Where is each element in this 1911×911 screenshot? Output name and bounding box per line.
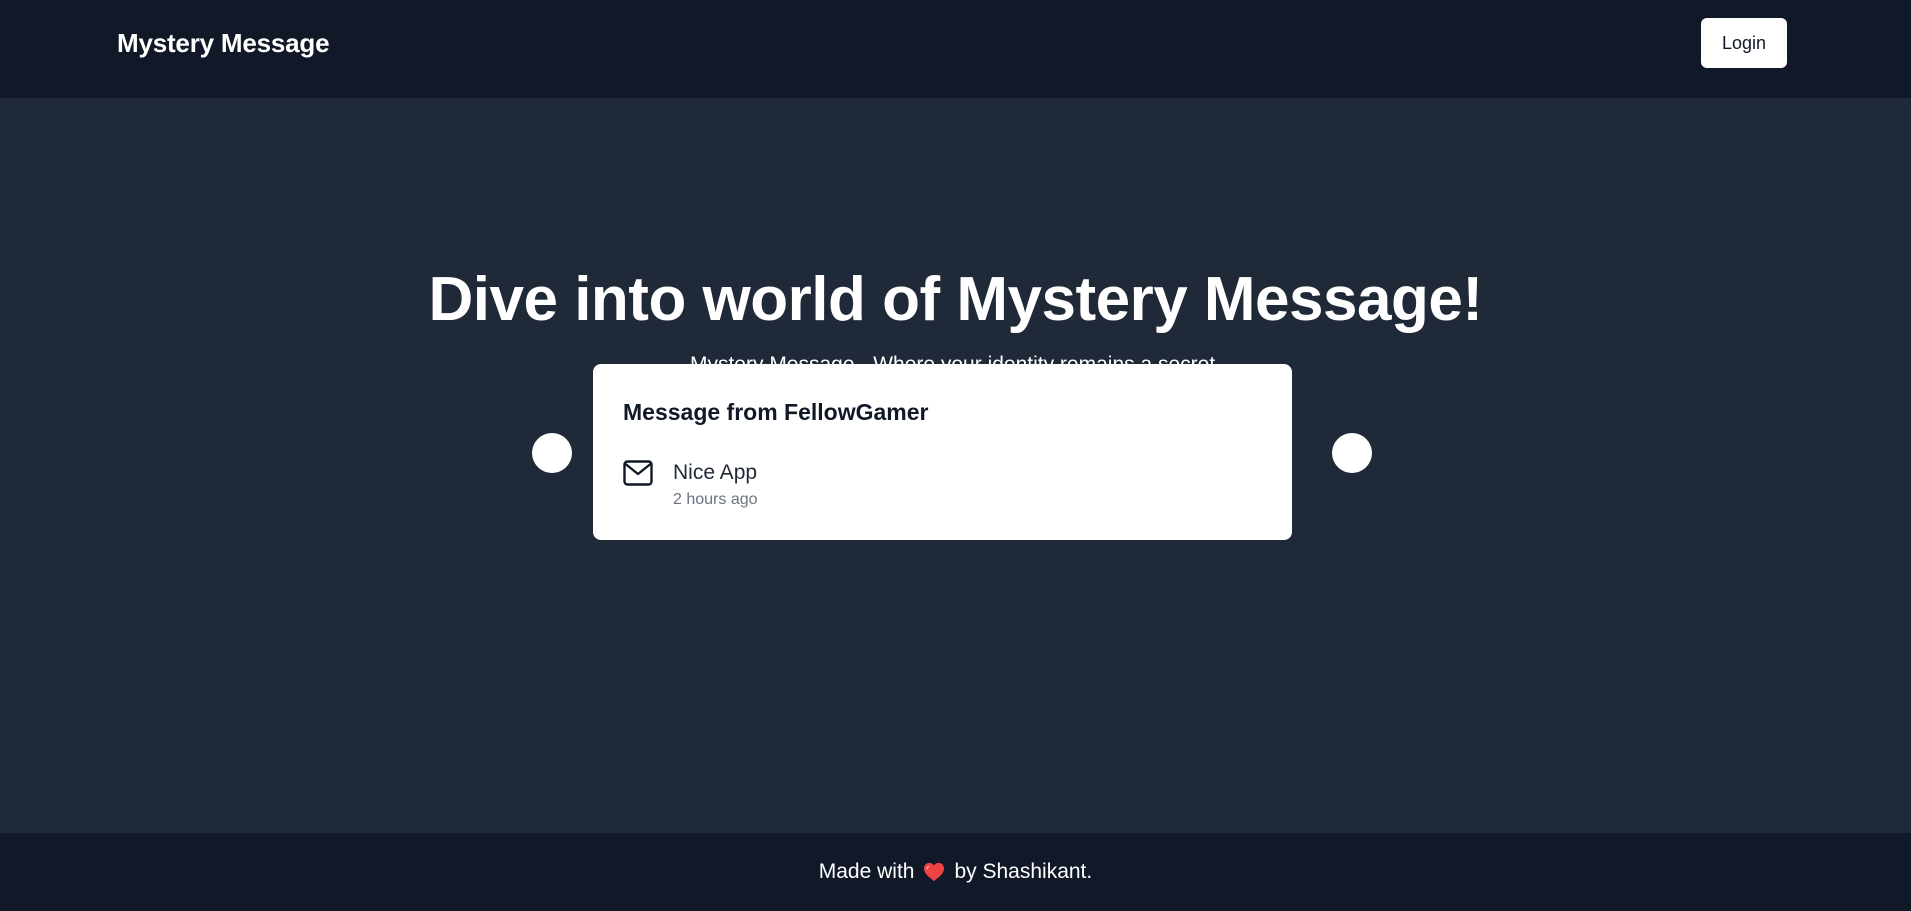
carousel-next-button[interactable]: [1332, 433, 1372, 473]
message-card: Message from FellowGamer Nice App 2 hour…: [593, 364, 1292, 540]
heart-icon: [924, 862, 945, 882]
message-time: 2 hours ago: [673, 491, 758, 508]
footer-suffix: by Shashikant.: [954, 860, 1093, 883]
brand-logo[interactable]: Mystery Message: [117, 27, 330, 59]
mail-icon: [623, 460, 653, 486]
message-card-title: Message from FellowGamer: [623, 399, 929, 425]
message-text: Nice App: [673, 461, 758, 484]
login-button[interactable]: Login: [1701, 18, 1787, 68]
carousel-prev-button[interactable]: [532, 433, 572, 473]
hero-title: Dive into world of Mystery Message!: [428, 265, 1483, 334]
footer-prefix: Made with: [818, 860, 915, 883]
footer: Made with by Shashikant.: [0, 833, 1911, 911]
navbar: Mystery Message Login: [0, 0, 1911, 98]
